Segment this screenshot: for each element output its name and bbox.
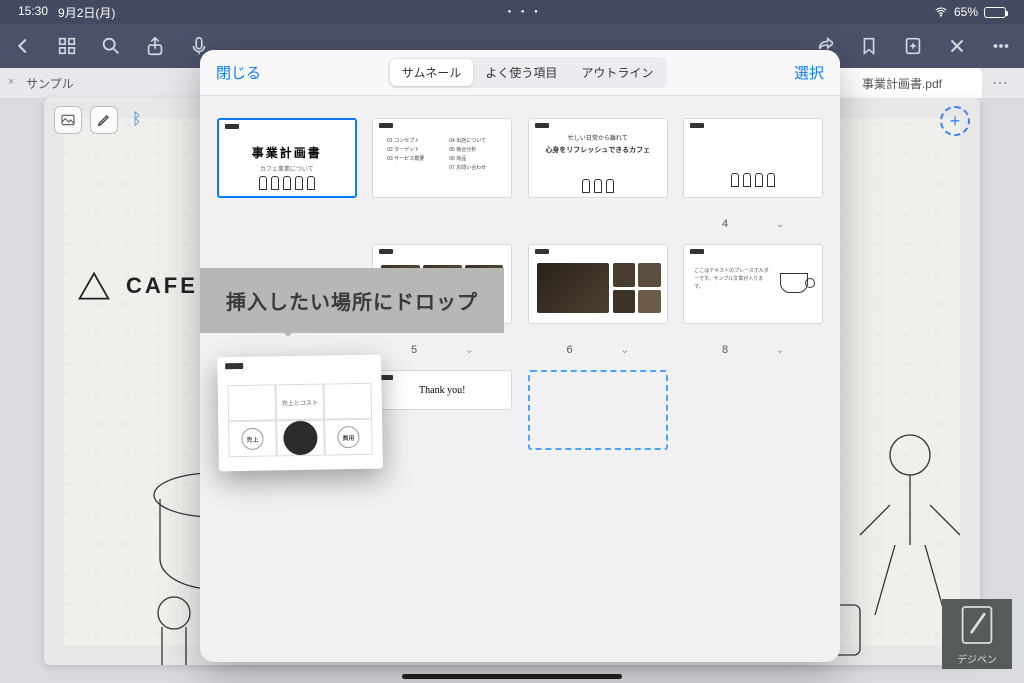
- add-element-button[interactable]: +: [940, 106, 970, 136]
- watermark-text: デジペン: [957, 651, 997, 666]
- pen-tool-button[interactable]: [90, 106, 118, 134]
- chevron-down-icon[interactable]: ⌄: [776, 345, 784, 356]
- view-segmented-control[interactable]: サムネール よく使う項目 アウトライン: [388, 57, 668, 88]
- seg-favorites[interactable]: よく使う項目: [473, 59, 569, 86]
- share-button[interactable]: [144, 35, 166, 57]
- home-indicator[interactable]: [402, 674, 622, 679]
- watermark-badge: デジペン: [942, 599, 1012, 669]
- chevron-down-icon[interactable]: ⌄: [776, 219, 784, 230]
- bookmark-button[interactable]: [858, 35, 880, 57]
- seg-thumbnail[interactable]: サムネール: [390, 59, 474, 86]
- instruction-callout: 挿入したい場所にドロップ: [200, 268, 504, 333]
- chevron-down-icon[interactable]: ⌄: [621, 345, 629, 356]
- status-time: 15:30: [18, 4, 48, 21]
- tab-label: サンプル: [26, 75, 74, 92]
- tablet-pen-icon: [959, 603, 995, 647]
- page-thumb-1[interactable]: 事業計画書カフェ事業について: [216, 118, 358, 198]
- page-thumb-3[interactable]: 忙しい日常から離れて心身をリフレッシュできるカフェ: [527, 118, 669, 198]
- battery-percent: 65%: [954, 5, 978, 19]
- thumb-title: 事業計画書: [252, 144, 322, 161]
- more-button[interactable]: [990, 35, 1012, 57]
- tab-document[interactable]: 事業計画書.pdf: [836, 68, 982, 98]
- page-thumb-8[interactable]: ここはテキストのプレースホルダーです。サンプル文章が入ります。: [683, 244, 825, 324]
- page-thumb-4[interactable]: [683, 118, 825, 198]
- back-button[interactable]: [12, 35, 34, 57]
- tab-label: 事業計画書.pdf: [862, 75, 942, 92]
- thumbnail-popover: 閉じる サムネール よく使う項目 アウトライン 選択 事業計画書カフェ事業につい…: [200, 50, 840, 662]
- page-thumb-2[interactable]: 01 コンセプト04 出店について 02 ターゲット05 競合分析 03 サービ…: [372, 118, 514, 198]
- thumb-subtitle: カフェ事業について: [260, 164, 314, 173]
- page-number-row[interactable]: 4⌄: [683, 218, 825, 230]
- cafe-logo-text: CAFE: [126, 273, 198, 299]
- image-tool-button[interactable]: [54, 106, 82, 134]
- seg-outline[interactable]: アウトライン: [569, 59, 665, 86]
- page-number-row[interactable]: 5⌄: [372, 344, 514, 356]
- close-button[interactable]: [946, 35, 968, 57]
- status-date: 9月2日(月): [58, 4, 115, 21]
- search-button[interactable]: [100, 35, 122, 57]
- bluetooth-icon: ᛒ: [132, 111, 142, 129]
- popover-select-button[interactable]: 選択: [794, 62, 824, 83]
- add-page-button[interactable]: [902, 35, 924, 57]
- grid-button[interactable]: [56, 35, 78, 57]
- popover-close-button[interactable]: 閉じる: [216, 62, 261, 83]
- tab-sample[interactable]: ×サンプル: [0, 68, 114, 98]
- page-number-row[interactable]: 8⌄: [683, 344, 825, 356]
- page-thumb-10[interactable]: Thank you!: [372, 370, 514, 450]
- popover-header: 閉じる サムネール よく使う項目 アウトライン 選択: [200, 50, 840, 96]
- page-number-row[interactable]: 6⌄: [527, 344, 669, 356]
- page-thumb-7[interactable]: [527, 244, 669, 324]
- wifi-icon: [934, 5, 948, 19]
- cafe-logo: CAFE: [76, 268, 198, 304]
- battery-icon: [984, 7, 1006, 18]
- status-bar: 15:30 9月2日(月) ● ● ● 65%: [0, 0, 1024, 24]
- insertion-placeholder[interactable]: [527, 370, 669, 450]
- tab-options-icon[interactable]: ⋯: [990, 73, 1010, 93]
- chevron-down-icon[interactable]: ⌄: [465, 345, 473, 356]
- dragged-page-card[interactable]: 売上とコスト 売上 費用: [217, 355, 383, 472]
- multitask-dots[interactable]: ● ● ●: [115, 9, 934, 15]
